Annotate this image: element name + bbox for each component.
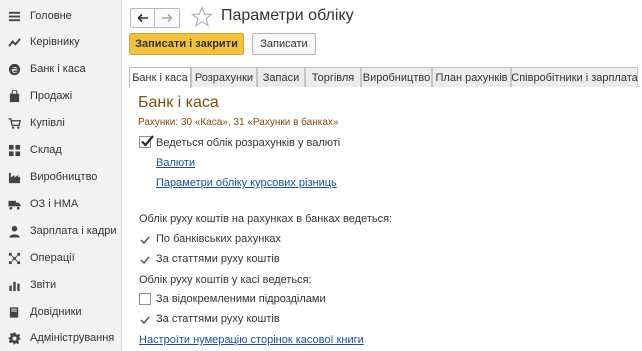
person-icon xyxy=(7,224,21,238)
sidebar-item-warehouse[interactable]: Склад xyxy=(0,137,121,163)
checkmark-icon xyxy=(140,236,150,245)
tab-employees-salary[interactable]: Співробітники і зарплата xyxy=(511,67,638,87)
separate-divisions-label[interactable]: За відокремленими підрозділами xyxy=(156,293,326,305)
book-icon xyxy=(7,305,21,319)
currency-accounting-checkbox[interactable] xyxy=(139,135,154,148)
cash-cashflow-items-checkmark[interactable] xyxy=(140,315,150,325)
factory-icon xyxy=(7,170,21,184)
warehouse-icon xyxy=(7,143,21,157)
menu-icon xyxy=(7,9,21,23)
tab-production[interactable]: Виробництво xyxy=(361,67,432,87)
sidebar-item-label: Операції xyxy=(30,252,75,264)
checkmark-icon xyxy=(141,135,154,147)
sidebar-item-salary-hr[interactable]: Зарплата і кадри xyxy=(0,218,121,244)
tab-settlements[interactable]: Розрахунки xyxy=(191,67,257,87)
sidebar-item-fixed-assets[interactable]: ОЗ і НМА xyxy=(0,191,121,217)
cash-accounting-heading: Облік руху коштів у касі ведеться: xyxy=(139,274,312,286)
chart-line-icon xyxy=(7,35,21,49)
sidebar-item-label: Виробництво xyxy=(30,171,98,183)
sidebar-item-label: Головне xyxy=(30,10,72,22)
checkmark-icon xyxy=(140,256,150,265)
svg-text:₴: ₴ xyxy=(11,64,17,74)
cart-icon xyxy=(7,116,21,130)
forward-button[interactable] xyxy=(155,8,180,28)
checkmark-icon xyxy=(140,316,150,325)
sidebar-item-sales[interactable]: Продажі xyxy=(0,83,121,109)
sidebar-item-directories[interactable]: Довідники xyxy=(0,299,121,325)
tab-inventory[interactable]: Запаси xyxy=(257,67,305,87)
sidebar-item-label: Купівлі xyxy=(30,117,65,129)
truck-icon xyxy=(7,197,21,211)
currencies-link[interactable]: Валюти xyxy=(156,157,195,169)
tab-bar: Банк і каса Розрахунки Запаси Торгівля В… xyxy=(129,67,639,88)
arrow-left-icon xyxy=(136,13,148,23)
bank-cashflow-items-label[interactable]: За статтями руху коштів xyxy=(156,253,280,265)
sidebar-item-reports[interactable]: Звіти xyxy=(0,272,121,298)
section-title: Банк і каса xyxy=(138,94,219,111)
gear-icon xyxy=(7,331,21,345)
sidebar-item-bank-cash[interactable]: ₴ Банк і каса xyxy=(0,56,121,82)
page-title: Параметри обліку xyxy=(221,7,354,24)
arrow-right-icon xyxy=(162,13,173,23)
exchange-differences-link[interactable]: Параметри обліку курсових різниць xyxy=(156,177,337,189)
bank-accounts-option-label[interactable]: По банківських рахунках xyxy=(156,233,281,245)
accounts-info: Рахунки: 30 «Каса», 31 «Рахунки в банках… xyxy=(138,117,339,128)
sidebar-item-label: Керівнику xyxy=(30,36,80,48)
star-favorite-icon[interactable] xyxy=(191,6,213,28)
main-form: Параметри обліку Записати і закрити Запи… xyxy=(123,0,642,351)
save-and-close-button[interactable]: Записати і закрити xyxy=(129,33,244,55)
shopping-bag-icon xyxy=(7,89,21,103)
sidebar-item-purchases[interactable]: Купівлі xyxy=(0,110,121,136)
sidebar: Головне Керівнику ₴ Банк і каса Продажі … xyxy=(0,0,122,351)
cashbook-numbering-link[interactable]: Настроїти нумерацію сторінок касової кни… xyxy=(139,334,364,346)
separate-divisions-checkbox[interactable] xyxy=(139,293,151,305)
sidebar-item-administration[interactable]: Адміністрування xyxy=(0,325,121,351)
sidebar-item-operations[interactable]: Операції xyxy=(0,245,121,271)
sidebar-item-label: ОЗ і НМА xyxy=(30,198,79,210)
sidebar-item-production[interactable]: Виробництво xyxy=(0,164,121,190)
sidebar-item-label: Адміністрування xyxy=(30,332,115,344)
bank-cashflow-items-checkmark[interactable] xyxy=(140,255,150,265)
bar-chart-icon xyxy=(7,278,21,292)
money-icon: ₴ xyxy=(7,62,21,76)
operations-icon xyxy=(7,251,21,265)
sidebar-item-label: Довідники xyxy=(30,306,82,318)
tab-chart-of-accounts[interactable]: План рахунків xyxy=(432,67,511,87)
sidebar-item-label: Звіти xyxy=(30,279,57,291)
sidebar-item-label: Банк і каса xyxy=(30,63,86,75)
back-button[interactable] xyxy=(130,8,155,28)
tab-trade[interactable]: Торгівля xyxy=(305,67,361,87)
sidebar-item-label: Склад xyxy=(30,144,62,156)
sidebar-item-manager[interactable]: Керівнику xyxy=(0,29,121,55)
bank-accounting-heading: Облік руху коштів на рахунках в банках в… xyxy=(139,213,393,225)
save-button[interactable]: Записати xyxy=(252,33,316,55)
tab-content-bank-cash: Банк і каса Рахунки: 30 «Каса», 31 «Раху… xyxy=(129,87,639,351)
currency-accounting-label[interactable]: Ведеться облік розрахунків у валюті xyxy=(156,137,340,149)
bank-accounts-checkmark[interactable] xyxy=(140,235,150,245)
cash-cashflow-items-label[interactable]: За статтями руху коштів xyxy=(156,313,280,325)
tab-bank-cash[interactable]: Банк і каса xyxy=(129,67,191,88)
sidebar-item-main[interactable]: Головне xyxy=(0,3,121,29)
sidebar-item-label: Продажі xyxy=(30,90,73,102)
sidebar-item-label: Зарплата і кадри xyxy=(30,225,117,237)
